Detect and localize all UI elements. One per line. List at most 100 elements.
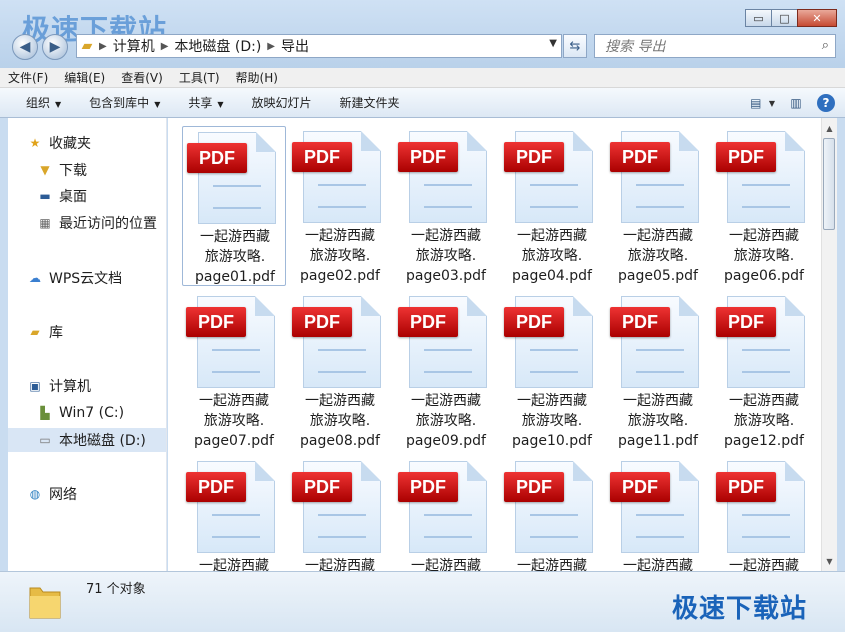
details-pane: 71 个对象 极速下载站 [0,571,845,632]
file-item[interactable]: PDF 一起游西藏 旅游攻略. page07.pdf [182,291,286,451]
file-item[interactable]: PDF 一起游西藏 旅游攻略. page11.pdf [606,291,710,451]
change-view-icon[interactable]: ▤ [745,94,767,112]
address-dropdown-icon[interactable]: ▼ [549,38,557,49]
file-name-line: 一起游西藏 [623,393,693,409]
page-fold [785,461,805,481]
sidebar-item-libraries[interactable]: ▰ 库 [26,320,166,344]
page-lines [530,514,578,538]
page-fold [361,131,381,151]
breadcrumb-separator-icon[interactable]: ▶ [265,41,277,52]
file-name-line: page10.pdf [512,433,592,449]
file-item[interactable]: PDF 一起游西藏 旅游攻略. page06.pdf [712,126,816,286]
file-item[interactable]: PDF 一起游西藏 [712,456,816,571]
sidebar-item-network[interactable]: ◍ 网络 [26,482,166,506]
file-item[interactable]: PDF 一起游西藏 [606,456,710,571]
menu-view[interactable]: 查看(V) [113,69,171,86]
scrollbar-thumb[interactable] [823,138,835,230]
file-name-line: 一起游西藏 [411,393,481,409]
sidebar-item-drive-d[interactable]: ▭ 本地磁盘 (D:) [8,428,166,452]
file-name: 一起游西藏 旅游攻略. page10.pdf [500,391,604,451]
dropdown-arrow-icon: ▼ [154,100,161,109]
sidebar-item-wps-cloud[interactable]: ☁ WPS云文档 [26,266,166,290]
file-item[interactable]: PDF 一起游西藏 旅游攻略. page10.pdf [500,291,604,451]
include-in-library-button[interactable]: 包含到库中 ▼ [75,94,174,111]
include-in-library-label: 包含到库中 [89,96,150,110]
search-input[interactable]: 搜索 导出 ⌕ [594,34,836,58]
star-icon: ★ [29,136,41,150]
back-button[interactable]: ◀ [12,34,38,60]
file-item[interactable]: PDF 一起游西藏 [394,456,498,571]
view-controls: ▤ ▼ ▥ ? [735,94,835,112]
file-item[interactable]: PDF 一起游西藏 旅游攻略. page05.pdf [606,126,710,286]
file-name-line: page04.pdf [512,268,592,284]
slideshow-button[interactable]: 放映幻灯片 [238,94,326,111]
breadcrumb-export[interactable]: 导出 [277,36,313,56]
library-icon: ▰ [30,325,40,339]
search-icon[interactable]: ⌕ [822,38,829,53]
page-lines [636,349,684,373]
file-item[interactable]: PDF 一起游西藏 旅游攻略. page09.pdf [394,291,498,451]
page-lines [636,184,684,208]
file-item[interactable]: PDF 一起游西藏 旅游攻略. page04.pdf [500,126,604,286]
file-name-line: 旅游攻略. [204,249,266,265]
refresh-button[interactable]: ⇆ [563,34,587,58]
file-item[interactable]: PDF 一起游西藏 [288,456,392,571]
menu-file[interactable]: 文件(F) [0,69,56,86]
file-name: 一起游西藏 旅游攻略. page12.pdf [712,391,816,451]
file-name-line: 一起游西藏 [411,228,481,244]
file-item[interactable]: PDF 一起游西藏 旅游攻略. page12.pdf [712,291,816,451]
breadcrumb-separator-icon[interactable]: ▶ [159,41,171,52]
scroll-up-icon[interactable]: ▲ [822,120,837,136]
page-fold [467,296,487,316]
breadcrumb-drive-d[interactable]: 本地磁盘 (D:) [170,36,265,56]
file-item[interactable]: PDF 一起游西藏 [182,456,286,571]
file-list[interactable]: PDF 一起游西藏 旅游攻略. page01.pdf PDF 一起游西藏 旅游攻略. page… [168,118,821,571]
close-button[interactable]: ✕ [797,9,837,27]
organize-button[interactable]: 组织 ▼ [0,94,75,111]
menu-tools[interactable]: 工具(T) [171,69,228,86]
page-lines [318,184,366,208]
new-folder-button[interactable]: 新建文件夹 [326,94,414,111]
sidebar-item-downloads[interactable]: ▼ 下载 [36,158,166,182]
scroll-down-icon[interactable]: ▼ [822,553,837,569]
address-bar[interactable]: ▰ ▶ 计算机 ▶ 本地磁盘 (D:) ▶ 导出 ▼ [76,34,562,58]
file-item[interactable]: PDF 一起游西藏 旅游攻略. page08.pdf [288,291,392,451]
breadcrumb-computer[interactable]: 计算机 [109,36,159,56]
page-fold [255,461,275,481]
sidebar-item-favorites[interactable]: ★ 收藏夹 [26,131,166,155]
file-name: 一起游西藏 旅游攻略. page05.pdf [606,226,710,286]
file-item[interactable]: PDF 一起游西藏 旅游攻略. page03.pdf [394,126,498,286]
folder-icon [29,587,61,619]
sidebar-item-computer[interactable]: ▣ 计算机 [26,374,166,398]
menu-edit[interactable]: 编辑(E) [56,69,113,86]
share-button[interactable]: 共享 ▼ [174,94,237,111]
maximize-button[interactable]: □ [771,9,798,27]
navigation-pane: ★ 收藏夹 ▼ 下载 ▬ 桌面 ▦ 最近访问的位置 ☁ WPS云文档 ▰ 库 ▣… [8,118,167,571]
forward-button[interactable]: ▶ [42,34,68,60]
network-icon: ◍ [29,487,41,501]
preview-pane-icon[interactable]: ▥ [785,94,807,112]
vertical-scrollbar[interactable]: ▲ ▼ [821,118,837,571]
file-name-line: 旅游攻略. [415,248,477,264]
menu-help[interactable]: 帮助(H) [228,69,286,86]
file-name-line: 旅游攻略. [627,413,689,429]
breadcrumb-separator-icon[interactable]: ▶ [97,41,109,52]
sidebar-item-recent-places[interactable]: ▦ 最近访问的位置 [36,211,166,235]
sidebar-item-label: WPS云文档 [49,271,123,287]
file-item[interactable]: PDF 一起游西藏 旅游攻略. page02.pdf [288,126,392,286]
file-item[interactable]: PDF 一起游西藏 [500,456,604,571]
file-item[interactable]: PDF 一起游西藏 旅游攻略. page01.pdf [182,126,286,286]
file-name-line: 一起游西藏 [623,558,693,571]
sidebar-item-desktop[interactable]: ▬ 桌面 [36,184,166,208]
pdf-badge: PDF [186,307,246,337]
help-icon[interactable]: ? [817,94,835,112]
dropdown-arrow-icon: ▼ [217,100,224,109]
desktop-icon: ▬ [39,189,51,203]
minimize-button[interactable]: ▭ [745,9,772,27]
page-fold [785,131,805,151]
view-dropdown-icon[interactable]: ▼ [769,99,775,108]
sidebar-item-drive-c[interactable]: ▙ Win7 (C:) [36,401,166,425]
file-name-line: 一起游西藏 [411,558,481,571]
page-lines [213,185,261,209]
page-fold [679,461,699,481]
